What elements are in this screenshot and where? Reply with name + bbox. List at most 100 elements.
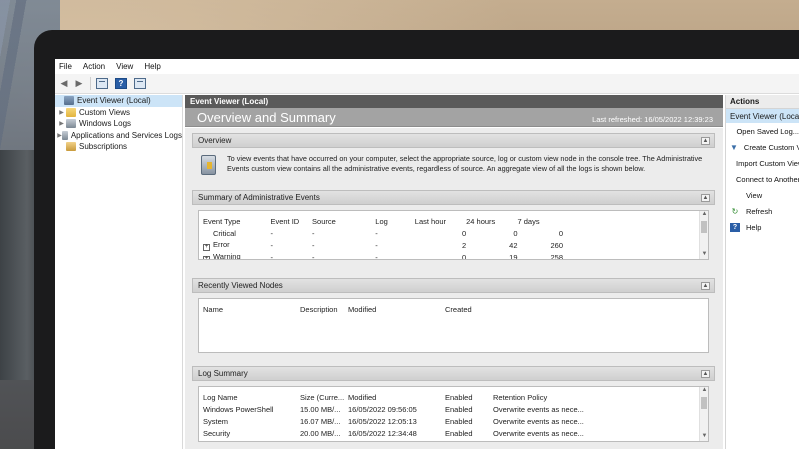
overview-text: To view events that have occurred on you… [227,154,703,173]
action-view[interactable]: View [726,187,799,203]
action-label: Import Custom View... [736,158,799,168]
action-help[interactable]: ? Help [726,219,799,235]
column-header[interactable]: Event ID [270,215,312,227]
event-log-icon [201,155,216,175]
action-create-custom-view[interactable]: ▼ Create Custom View... [726,139,799,155]
column-header[interactable]: Modified [348,303,445,315]
menu-view[interactable]: View [116,62,133,71]
tree-item-windows-logs[interactable]: ▶ Windows Logs [55,118,182,130]
log-retention: Overwrite events as nece... [493,428,584,438]
center-pane-title: Event Viewer (Local) [185,95,723,108]
actions-context[interactable]: Event Viewer (Local) [726,109,799,123]
column-header[interactable]: Retention Policy [493,391,603,403]
table-header-row: Name Description Modified Created [203,303,523,315]
event-viewer-icon [64,96,74,106]
summary-header[interactable]: Summary of Administrative Events ▲ [192,190,715,205]
overview-section: Overview ▲ To view events that have occu… [192,133,715,179]
log-summary-body: Log Name Size (Curre... Modified Enabled… [192,381,715,447]
event-viewer-window: File Action View Help ◀ ▶ ? Event Viewer… [55,59,799,449]
summary-body: Event Type Event ID Source Log Last hour… [192,205,715,265]
show-hide-action-pane-icon[interactable] [134,78,146,89]
tree-item-label: Windows Logs [79,119,132,129]
recent-header[interactable]: Recently Viewed Nodes ▲ [192,278,715,293]
column-header[interactable]: Log [375,215,415,227]
log-enabled: Enabled [445,428,473,438]
expand-plus-icon[interactable]: + [203,243,210,251]
column-header[interactable]: Name [203,303,300,315]
scroll-up-icon[interactable]: ▲ [700,211,708,219]
menu-action[interactable]: Action [83,62,105,71]
menu-help[interactable]: Help [144,62,160,71]
action-refresh[interactable]: ↻ Refresh [726,203,799,219]
action-open-saved-log[interactable]: Open Saved Log... [726,123,799,139]
log-icon [62,130,68,140]
collapse-icon[interactable]: ▲ [701,136,710,145]
log-summary-header[interactable]: Log Summary ▲ [192,366,715,381]
log-summary-section: Log Summary ▲ Log Name Size (Curre... Mo… [192,366,715,447]
collapse-icon[interactable]: ▲ [701,281,710,290]
column-header[interactable]: 7 days [518,215,564,227]
tree-item-applications-services-logs[interactable]: ▶ Applications and Services Logs [55,130,182,142]
scroll-down-icon[interactable]: ▼ [700,433,708,441]
vertical-scrollbar[interactable]: ▲ ▼ [699,211,708,259]
actions-pane: Actions Event Viewer (Local) Open Saved … [725,95,799,449]
show-hide-console-tree-icon[interactable] [96,78,108,89]
log-retention: Overwrite events as nece... [493,404,584,414]
scroll-down-icon[interactable]: ▼ [700,251,708,259]
forward-arrow-icon[interactable]: ▶ [73,78,85,90]
column-header[interactable]: Log Name [203,391,300,403]
day-count: 42 [509,240,518,250]
event-source: - [312,252,315,260]
chevron-right-icon[interactable]: ▶ [57,109,66,116]
table-row[interactable]: Windows PowerShell 15.00 MB/... 16/05/20… [203,403,603,415]
day-count: 19 [509,252,518,260]
column-header[interactable]: Modified [348,391,445,403]
table-row[interactable]: Critical - - - 0 0 0 [203,227,563,239]
column-header[interactable]: Created [445,303,523,315]
tree-item-event-viewer[interactable]: Event Viewer (Local) [55,95,182,107]
scroll-up-icon[interactable]: ▲ [700,387,708,395]
tree-item-label: Custom Views [79,107,130,117]
action-import-custom-view[interactable]: Import Custom View... [726,155,799,171]
overview-banner: Overview and Summary Last refreshed: 16/… [185,108,723,127]
menu-bar: File Action View Help [55,59,799,74]
tree-item-label: Applications and Services Logs [70,130,182,140]
tree-item-custom-views[interactable]: ▶ Custom Views [55,107,182,119]
subscriptions-icon [66,142,76,152]
vertical-scrollbar[interactable]: ▲ ▼ [699,387,708,441]
column-header[interactable]: Event Type [203,215,270,227]
scroll-thumb[interactable] [701,221,707,233]
tree-item-subscriptions[interactable]: Subscriptions [55,141,182,153]
column-header[interactable]: Enabled [445,391,493,403]
chevron-right-icon[interactable]: ▶ [57,120,66,127]
section-title: Recently Viewed Nodes [198,281,283,290]
column-header[interactable]: Source [312,215,375,227]
scroll-thumb[interactable] [701,397,707,409]
section-title: Overview [198,136,232,145]
tree-item-label: Event Viewer (Local) [77,96,151,106]
back-arrow-icon[interactable]: ◀ [58,78,70,90]
event-log: - [375,228,378,238]
collapse-icon[interactable]: ▲ [701,369,710,378]
table-row[interactable]: + Error - - - 2 42 260 [203,239,563,251]
column-header[interactable]: Size (Curre... [300,391,348,403]
log-summary-table: Log Name Size (Curre... Modified Enabled… [198,386,709,442]
expand-plus-icon[interactable]: + [203,255,210,259]
overview-header[interactable]: Overview ▲ [192,133,715,148]
blank-icon [730,191,740,200]
menu-file[interactable]: File [59,62,72,71]
table-row[interactable]: Security 20.00 MB/... 16/05/2022 12:34:4… [203,427,603,439]
help-icon: ? [730,222,740,232]
week-count: 260 [550,240,563,250]
table-row[interactable]: System 16.07 MB/... 16/05/2022 12:05:13 … [203,415,603,427]
week-count: 258 [550,252,563,260]
column-header[interactable]: Description [300,303,348,315]
column-header[interactable]: Last hour [415,215,466,227]
table-row[interactable]: + Warning - - - 0 19 258 [203,251,563,260]
collapse-icon[interactable]: ▲ [701,193,710,202]
help-icon[interactable]: ? [115,78,127,89]
action-connect-another-computer[interactable]: Connect to Another Computer... [726,171,799,187]
last-hour-count: 0 [461,228,467,238]
column-header[interactable]: 24 hours [466,215,517,227]
event-log: - [375,240,378,250]
